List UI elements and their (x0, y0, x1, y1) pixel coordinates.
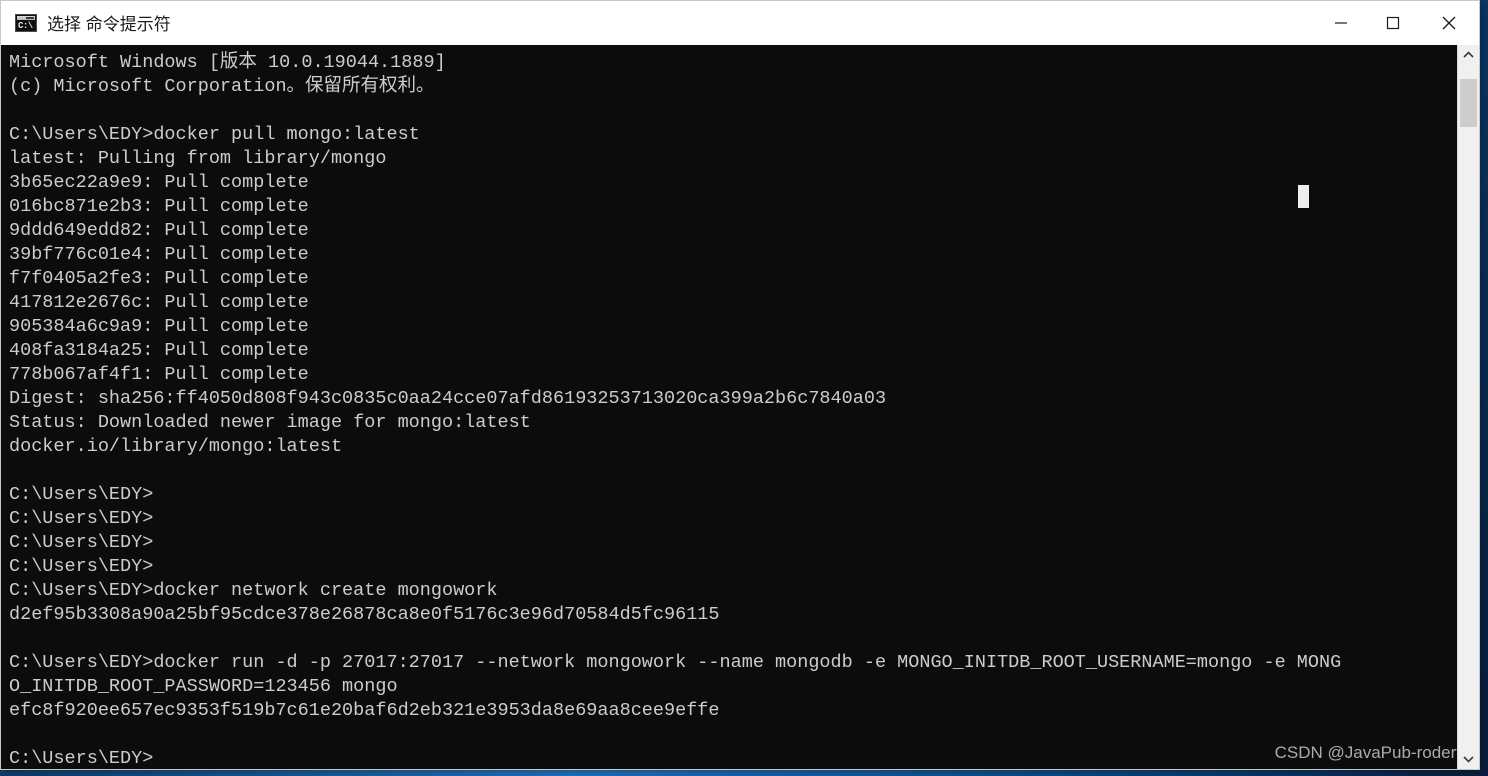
console-line: d2ef95b3308a90a25bf95cdce378e26878ca8e0f… (9, 604, 720, 625)
text-cursor (1298, 185, 1309, 208)
minimize-button[interactable] (1315, 1, 1367, 45)
console-output[interactable]: Microsoft Windows [版本 10.0.19044.1889] (c… (1, 45, 1457, 769)
vertical-scrollbar[interactable] (1457, 45, 1479, 769)
command-prompt-window: C:\ 选择 命令提示符 Microsoft Windows [版本 10.0.… (0, 0, 1480, 770)
console-line: 778b067af4f1: Pull complete (9, 364, 309, 385)
window-title: 选择 命令提示符 (47, 15, 171, 34)
console-line: Digest: sha256:ff4050d808f943c0835c0aa24… (9, 388, 887, 409)
console-line: 016bc871e2b3: Pull complete (9, 196, 309, 217)
scrollbar-track[interactable] (1458, 65, 1479, 749)
console-line: C:\Users\EDY> (9, 508, 154, 529)
cmd-icon-prompt-glyph: C:\ (18, 20, 33, 31)
console-line: C:\Users\EDY> (9, 556, 154, 577)
console-line: 408fa3184a25: Pull complete (9, 340, 309, 361)
watermark: CSDN @JavaPub-rodert (1274, 743, 1461, 762)
console-line: C:\Users\EDY>docker run -d -p 27017:2701… (9, 652, 1342, 673)
console-area[interactable]: Microsoft Windows [版本 10.0.19044.1889] (c… (1, 45, 1479, 769)
cmd-icon-titlebar-glyph (17, 15, 35, 20)
console-line: 9ddd649edd82: Pull complete (9, 220, 309, 241)
console-line: C:\Users\EDY> (9, 484, 154, 505)
console-line: Status: Downloaded newer image for mongo… (9, 412, 531, 433)
scroll-down-arrow-icon[interactable] (1458, 749, 1479, 769)
console-line: 417812e2676c: Pull complete (9, 292, 309, 313)
console-line: efc8f920ee657ec9353f519b7c61e20baf6d2eb3… (9, 700, 720, 721)
cmd-icon: C:\ (15, 13, 37, 32)
console-line: C:\Users\EDY>docker network create mongo… (9, 580, 498, 601)
console-line: C:\Users\EDY> (9, 748, 154, 769)
maximize-button[interactable] (1367, 1, 1419, 45)
console-line: 3b65ec22a9e9: Pull complete (9, 172, 309, 193)
console-line: f7f0405a2fe3: Pull complete (9, 268, 309, 289)
console-line: 39bf776c01e4: Pull complete (9, 244, 309, 265)
title-bar[interactable]: C:\ 选择 命令提示符 (1, 1, 1479, 45)
close-button[interactable] (1419, 1, 1479, 45)
console-line: latest: Pulling from library/mongo (9, 148, 387, 169)
console-line: C:\Users\EDY>docker pull mongo:latest (9, 124, 420, 145)
console-line: 905384a6c9a9: Pull complete (9, 316, 309, 337)
console-line: O_INITDB_ROOT_PASSWORD=123456 mongo (9, 676, 398, 697)
console-line: docker.io/library/mongo:latest (9, 436, 343, 457)
console-line: Microsoft Windows [版本 10.0.19044.1889] (9, 52, 446, 73)
scroll-up-arrow-icon[interactable] (1458, 45, 1479, 65)
scrollbar-thumb[interactable] (1460, 78, 1477, 127)
console-line: C:\Users\EDY> (9, 532, 154, 553)
console-line: (c) Microsoft Corporation。保留所有权利。 (9, 76, 435, 97)
window-controls (1315, 1, 1479, 45)
